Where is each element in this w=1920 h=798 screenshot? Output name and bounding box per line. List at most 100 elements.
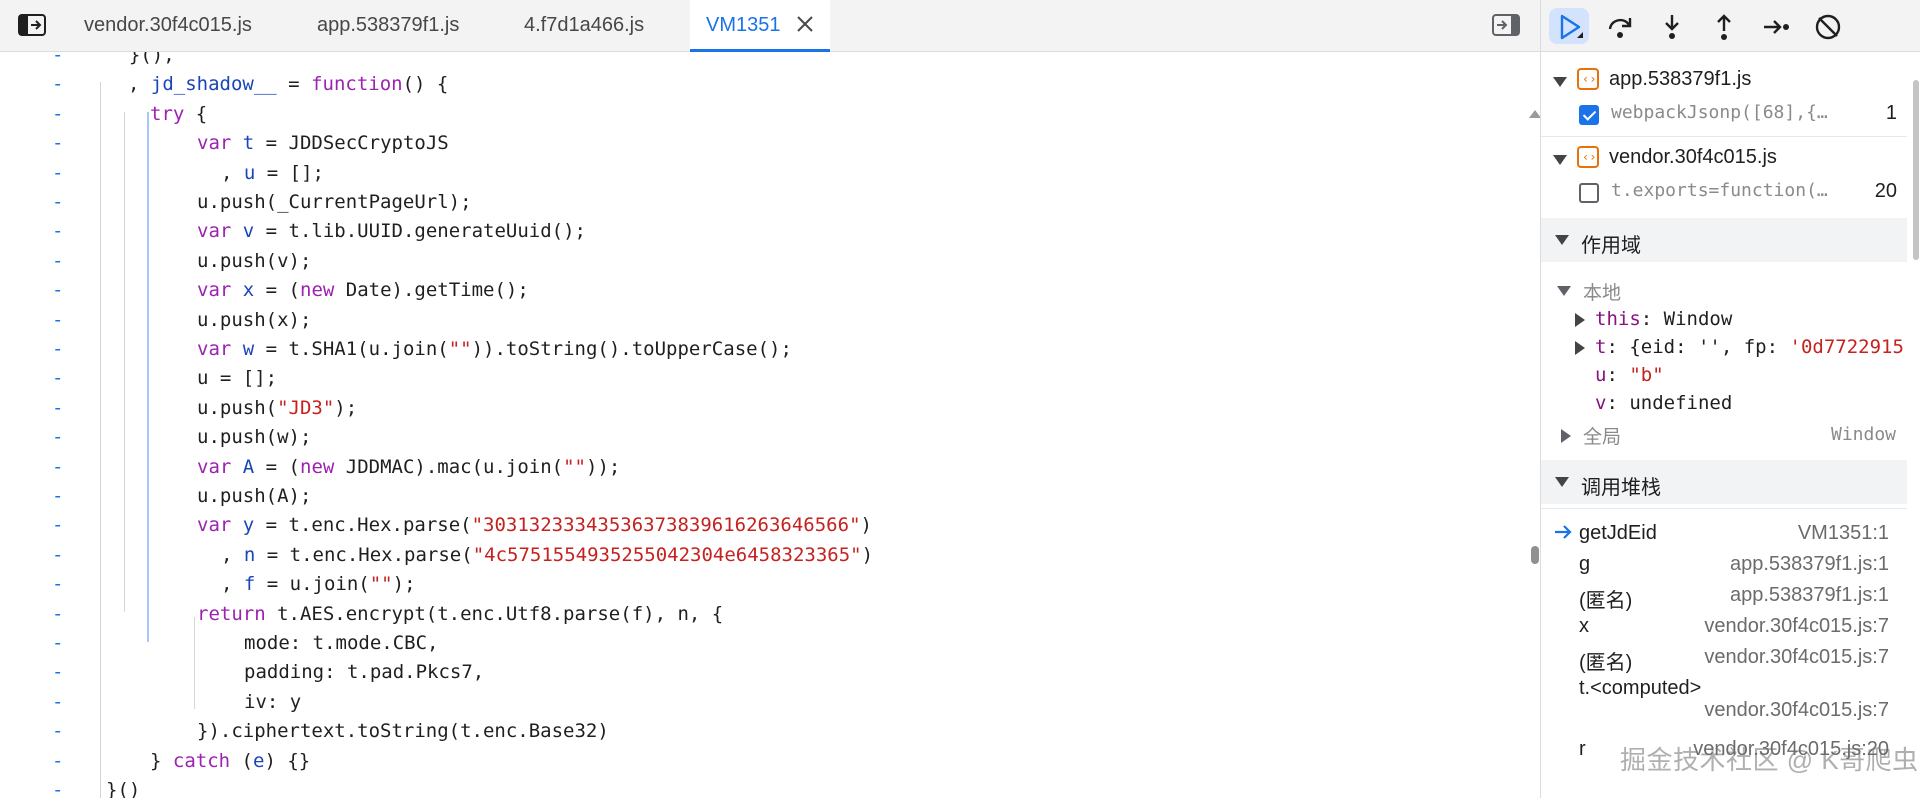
tab-app-js[interactable]: app.538379f1.js: [317, 0, 459, 52]
resume-button[interactable]: [1549, 8, 1589, 44]
code-line[interactable]: - }(),: [0, 52, 1520, 70]
scope-key: this: [1595, 308, 1641, 330]
scope-var-t[interactable]: t: {eid: '', fp: '0d7722915: [1595, 336, 1904, 359]
gutter-diff-marker: -: [52, 573, 64, 596]
breakpoint-checkbox[interactable]: [1579, 105, 1599, 125]
step-over-button[interactable]: [1599, 8, 1639, 44]
callstack-location[interactable]: vendor.30f4c015.js:7: [1704, 615, 1889, 638]
code-text: , n = t.enc.Hex.parse("4c575155493525504…: [221, 543, 874, 566]
code-line[interactable]: - var t = JDDSecCryptoJS: [0, 129, 1520, 158]
callstack-location[interactable]: vendor.30f4c015.js:7: [1704, 646, 1889, 669]
gutter-diff-marker: -: [52, 514, 64, 537]
code-editor[interactable]: - }(), -, jd_shadow__ = function() { - try …: [0, 52, 1540, 798]
callstack-location[interactable]: vendor.30f4c015.js:7: [1704, 699, 1889, 722]
gutter-diff-marker: -: [52, 191, 64, 213]
expand-this-icon[interactable]: [1575, 313, 1585, 327]
editor-scrollbar-thumb[interactable]: [1531, 546, 1539, 564]
toggle-navigator-icon[interactable]: [18, 14, 46, 36]
tab-vm1351[interactable]: VM1351: [690, 0, 831, 52]
code-text: var w = t.SHA1(u.join("")).toString().to…: [197, 338, 792, 360]
gutter-diff-marker: -: [52, 102, 64, 125]
toggle-debugger-icon[interactable]: [1492, 14, 1520, 36]
scope-key: u: [1595, 364, 1607, 386]
gutter-diff-marker: -: [52, 396, 64, 419]
tab-vendor-js[interactable]: vendor.30f4c015.js: [84, 0, 252, 52]
debugger-toolbar: [1541, 0, 1920, 52]
tab-4-js[interactable]: 4.f7d1a466.js: [524, 0, 644, 52]
code-line[interactable]: - u.push(v);: [0, 247, 1520, 276]
breakpoint-entry[interactable]: webpackJsonp([68],{… 1: [1541, 100, 1907, 130]
code-line[interactable]: -}).ciphertext.toString(t.enc.Base32): [0, 717, 1520, 746]
code-line[interactable]: - , f = u.join("");: [0, 570, 1520, 599]
code-line[interactable]: - u.push(x);: [0, 306, 1520, 335]
code-text: u.push(x);: [197, 308, 312, 331]
code-text: , u = [];: [221, 161, 324, 184]
code-text: padding: t.pad.Pkcs7,: [244, 661, 485, 684]
scope-var-this[interactable]: this: Window: [1595, 308, 1732, 331]
code-text: } catch (e) {}: [150, 749, 311, 772]
close-icon[interactable]: [796, 15, 814, 33]
scope-value: {eid: '', fp:: [1629, 336, 1790, 358]
code-line[interactable]: -} catch (e) {}: [0, 747, 1520, 776]
code-text: u = [];: [197, 367, 278, 390]
code-line[interactable]: - mode: t.mode.CBC,: [0, 629, 1520, 658]
collapse-triangle-icon[interactable]: [1555, 235, 1569, 245]
code-line[interactable]: - u.push(w);: [0, 423, 1520, 452]
code-line[interactable]: - var v = t.lib.UUID.generateUuid();: [0, 217, 1520, 246]
scroll-up-arrow[interactable]: [1529, 110, 1540, 118]
code-line[interactable]: - , jd_shadow__ = function() {: [0, 70, 1520, 99]
step-over-icon: [1608, 18, 1632, 38]
local-expand-icon[interactable]: [1557, 286, 1571, 296]
script-file-icon: ‹›: [1577, 68, 1599, 90]
code-line[interactable]: - , n = t.enc.Hex.parse("4c57515549352550…: [0, 541, 1520, 570]
code-text: u.push("JD3");: [197, 396, 358, 419]
code-line[interactable]: - padding: t.pad.Pkcs7,: [0, 658, 1520, 687]
breakpoint-file-app[interactable]: ‹› app.538379f1.js: [1541, 64, 1907, 98]
code-line[interactable]: - return t.AES.encrypt(t.enc.Utf8.parse(f…: [0, 600, 1520, 629]
code-line[interactable]: - , u = [];: [0, 159, 1520, 188]
scope-section-header[interactable]: 作用域: [1541, 218, 1907, 262]
global-expand-icon[interactable]: [1561, 429, 1571, 443]
deactivate-breakpoints-icon: [1815, 14, 1841, 40]
code-text: u.push(_CurrentPageUrl);: [197, 191, 472, 213]
callstack-section-header[interactable]: 调用堆栈: [1541, 460, 1907, 504]
code-text: iv: y: [244, 690, 302, 713]
expand-triangle-icon[interactable]: [1553, 77, 1567, 87]
collapse-triangle-icon[interactable]: [1555, 477, 1569, 487]
code-line[interactable]: - var A = (new JDDMAC).mac(u.join(""));: [0, 453, 1520, 482]
callstack-frame[interactable]: t.<computed> vendor.30f4c015.js:7: [1541, 669, 1907, 729]
scope-var-v[interactable]: v: undefined: [1595, 392, 1732, 415]
callstack-location[interactable]: VM1351:1: [1798, 522, 1889, 545]
code-line[interactable]: - var w = t.SHA1(u.join("")).toString().t…: [0, 335, 1520, 364]
code-line[interactable]: - u.push(_CurrentPageUrl);: [0, 188, 1520, 217]
code-text: try {: [150, 102, 208, 125]
scope-local-label[interactable]: 本地: [1583, 278, 1621, 305]
breakpoint-file-vendor[interactable]: ‹› vendor.30f4c015.js: [1541, 142, 1907, 176]
scope-global-label[interactable]: 全局: [1583, 422, 1621, 449]
code-line[interactable]: - u.push(A);: [0, 482, 1520, 511]
step-button[interactable]: [1755, 8, 1795, 44]
code-line[interactable]: -}(): [0, 776, 1520, 798]
code-line[interactable]: - try {: [0, 100, 1520, 129]
code-text: }(): [106, 779, 141, 798]
tab-vm1351-label: VM1351: [706, 14, 781, 36]
code-line[interactable]: - var y = t.enc.Hex.parse("30313233343536…: [0, 511, 1520, 540]
code-line[interactable]: - u = [];: [0, 364, 1520, 393]
deactivate-breakpoints-button[interactable]: [1807, 8, 1847, 44]
expand-t-icon[interactable]: [1575, 341, 1585, 355]
code-text: return t.AES.encrypt(t.enc.Utf8.parse(f)…: [197, 602, 724, 625]
expand-triangle-icon[interactable]: [1553, 155, 1567, 165]
gutter-diff-marker: -: [52, 632, 64, 654]
scope-var-u[interactable]: u: "b": [1595, 364, 1664, 387]
breakpoint-entry[interactable]: t.exports=function(… 20: [1541, 178, 1907, 208]
step-into-button[interactable]: [1651, 8, 1691, 44]
code-line[interactable]: - var x = (new Date).getTime();: [0, 276, 1520, 305]
callstack-location[interactable]: app.538379f1.js:1: [1730, 584, 1889, 607]
step-out-button[interactable]: [1703, 8, 1743, 44]
code-line[interactable]: - iv: y: [0, 688, 1520, 717]
breakpoint-checkbox[interactable]: [1579, 183, 1599, 203]
code-line[interactable]: - u.push("JD3");: [0, 394, 1520, 423]
scope-value: "b": [1629, 364, 1664, 386]
sidebar-scrollbar-thumb[interactable]: [1913, 80, 1919, 260]
callstack-location[interactable]: app.538379f1.js:1: [1730, 553, 1889, 576]
